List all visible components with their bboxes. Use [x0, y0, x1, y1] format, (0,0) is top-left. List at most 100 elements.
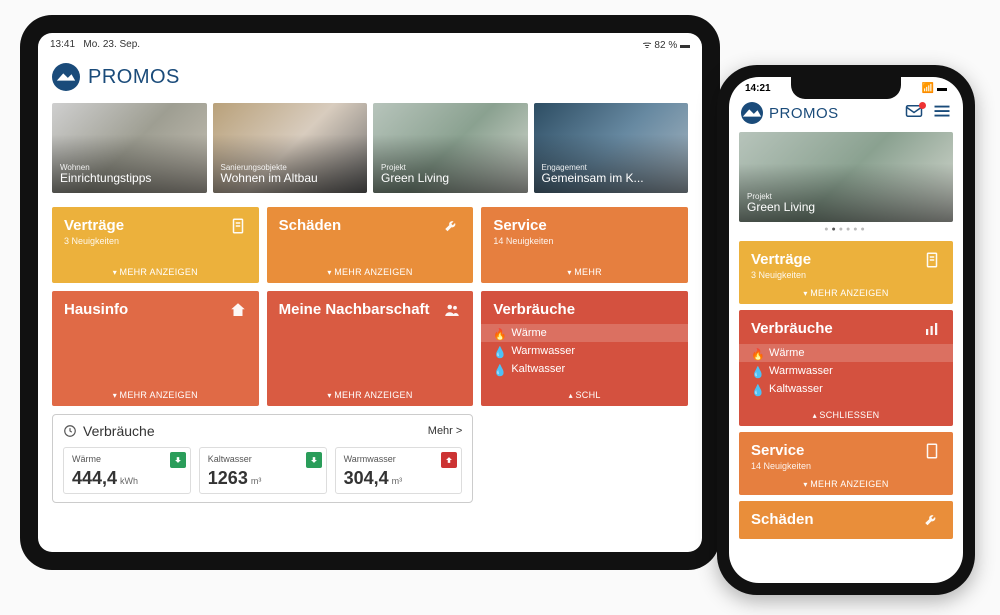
carousel-card[interactable]: Projekt Green Living [373, 103, 528, 193]
tablet-screen: 13:41 Mo. 23. Sep. ᯤ 82 % ▬ PROMOS Wohne… [38, 33, 702, 552]
tablet-statusbar: 13:41 Mo. 23. Sep. ᯤ 82 % ▬ [38, 33, 702, 55]
carousel-card[interactable]: Wohnen Einrichtungstipps [52, 103, 207, 193]
tile-title: Schäden [751, 511, 814, 528]
status-time: 13:41 [50, 39, 75, 50]
promos-logo-icon [52, 63, 80, 91]
brand-label: PROMOS [88, 66, 180, 89]
trend-down-icon [170, 452, 186, 468]
carousel-title: Gemeinsam im K... [542, 172, 681, 185]
wrench-icon [443, 217, 461, 235]
battery-icon: ▬ [680, 40, 690, 51]
list-item-label: Wärme [511, 327, 546, 339]
tile-title: Verträge [64, 217, 124, 234]
signal-icon: 📶 ▬ [922, 83, 947, 94]
list-item[interactable]: 💧 Warmwasser [481, 342, 688, 360]
carousel-title: Green Living [747, 201, 945, 214]
status-date: Mo. 23. Sep. [83, 39, 140, 50]
tile-more-button[interactable]: MEHR ANZEIGEN [64, 390, 247, 400]
carousel-title: Wohnen im Altbau [221, 172, 360, 185]
phone-carousel-card[interactable]: Projekt Green Living [739, 132, 953, 222]
tile-more-button[interactable]: MEHR ANZEIGEN [64, 267, 247, 277]
tile-more-button[interactable]: MEHR [493, 267, 676, 277]
tile-less-button[interactable]: SCHLIESSEN [751, 410, 941, 420]
tablet-header: PROMOS [38, 55, 702, 103]
status-time: 14:21 [745, 83, 771, 94]
tile-verbraeuche[interactable]: Verbräuche 🔥 Wärme 💧Warmwasser 💧Kaltwasse… [739, 310, 953, 426]
list-item-label: Kaltwasser [769, 383, 823, 395]
brand-label: PROMOS [769, 105, 839, 122]
phone-tiles: Verträge 3 Neuigkeiten MEHR ANZEIGEN Ver… [729, 237, 963, 543]
carousel-dots[interactable]: ●●●●●● [729, 222, 963, 237]
tile-subtitle: 3 Neuigkeiten [751, 270, 811, 280]
list-item-label: Warmwasser [769, 365, 833, 377]
tile-title: Hausinfo [64, 301, 128, 318]
document-icon [229, 217, 247, 235]
mini-card[interactable]: Warmwasser 304,4m³ [335, 447, 463, 494]
tile-title: Meine Nachbarschaft [279, 301, 430, 318]
wrench-icon [923, 511, 941, 529]
list-item-label: Wärme [769, 347, 804, 359]
tile-title: Verbräuche [493, 301, 575, 318]
trend-up-icon [441, 452, 457, 468]
list-item[interactable]: 💧Kaltwasser [481, 360, 688, 378]
mini-label: Warmwasser [344, 454, 454, 464]
carousel-card[interactable]: Engagement Gemeinsam im K... [534, 103, 689, 193]
list-item[interactable]: 🔥 Wärme [739, 344, 953, 362]
tile-nachbarschaft[interactable]: Meine Nachbarschaft MEHR ANZEIGEN [267, 291, 474, 406]
wifi-icon: ᯤ [643, 40, 652, 51]
tile-title: Verträge [751, 251, 811, 268]
list-item[interactable]: 💧Kaltwasser [739, 380, 953, 398]
clock-icon [63, 424, 77, 438]
tile-vertraege[interactable]: Verträge 3 Neuigkeiten MEHR ANZEIGEN [52, 207, 259, 283]
verbraeuche-list: 🔥Wärme 💧 Warmwasser 💧Kaltwasser [481, 324, 688, 378]
phone-screen: 14:21 📶 ▬ PROMOS Projekt Green Livin [729, 77, 963, 583]
tile-title: Service [751, 442, 811, 459]
people-icon [443, 301, 461, 319]
tile-more-button[interactable]: MEHR ANZEIGEN [279, 390, 462, 400]
tile-schaeden[interactable]: Schäden MEHR ANZEIGEN [267, 207, 474, 283]
tablet-tiles: Verträge 3 Neuigkeiten MEHR ANZEIGEN Sch… [38, 193, 702, 517]
tile-title: Schäden [279, 217, 342, 234]
mini-value: 1263 [208, 468, 248, 489]
flame-icon: 🔥 [751, 348, 761, 358]
document-icon [923, 251, 941, 269]
tile-subtitle: 14 Neuigkeiten [493, 236, 553, 246]
carousel-title: Einrichtungstipps [60, 172, 199, 185]
mini-card[interactable]: Wärme 444,4kWh [63, 447, 191, 494]
home-icon [229, 301, 247, 319]
tile-more-button[interactable]: MEHR ANZEIGEN [751, 288, 941, 298]
list-item[interactable]: 💧Warmwasser [739, 362, 953, 380]
carousel-card[interactable]: Sanierungsobjekte Wohnen im Altbau [213, 103, 368, 193]
verbraeuche-widget: Verbräuche Mehr > Wärme 444,4kWh Kaltwas… [52, 414, 473, 503]
tile-verbraeuche[interactable]: Verbräuche 🔥Wärme 💧 Warmwasser 💧Kaltwasse… [481, 291, 688, 406]
chart-icon [923, 320, 941, 338]
tile-more-button[interactable]: MEHR ANZEIGEN [751, 479, 941, 489]
tile-hausinfo[interactable]: Hausinfo MEHR ANZEIGEN [52, 291, 259, 406]
list-item[interactable]: 🔥Wärme [481, 324, 688, 342]
drop-icon: 💧 [493, 364, 503, 374]
mail-icon[interactable] [905, 104, 923, 123]
mini-label: Kaltwasser [208, 454, 318, 464]
tile-title: Service [493, 217, 553, 234]
carousel-title: Green Living [381, 172, 520, 185]
tile-schaeden[interactable]: Schäden [739, 501, 953, 539]
status-battery: 82 % [654, 40, 677, 51]
tile-more-button[interactable]: MEHR ANZEIGEN [279, 267, 462, 277]
tile-vertraege[interactable]: Verträge 3 Neuigkeiten MEHR ANZEIGEN [739, 241, 953, 304]
tile-less-button[interactable]: SCHL [493, 390, 676, 400]
mini-value: 444,4 [72, 468, 117, 489]
promos-logo-icon [741, 102, 763, 124]
widget-title: Verbräuche [83, 423, 155, 439]
tablet-carousel[interactable]: Wohnen Einrichtungstipps Sanierungsobjek… [38, 103, 702, 193]
tile-title: Verbräuche [751, 320, 833, 337]
menu-icon[interactable] [933, 104, 951, 123]
tile-subtitle: 14 Neuigkeiten [751, 461, 811, 471]
mini-card[interactable]: Kaltwasser 1263m³ [199, 447, 327, 494]
tile-service[interactable]: Service 14 Neuigkeiten MEHR [481, 207, 688, 283]
mini-label: Wärme [72, 454, 182, 464]
drop-icon: 💧 [493, 346, 503, 356]
widget-more-link[interactable]: Mehr > [428, 425, 463, 437]
list-item-label: Warmwasser [511, 345, 575, 357]
tile-service[interactable]: Service 14 Neuigkeiten MEHR ANZEIGEN [739, 432, 953, 495]
tablet-device: 13:41 Mo. 23. Sep. ᯤ 82 % ▬ PROMOS Wohne… [20, 15, 720, 570]
